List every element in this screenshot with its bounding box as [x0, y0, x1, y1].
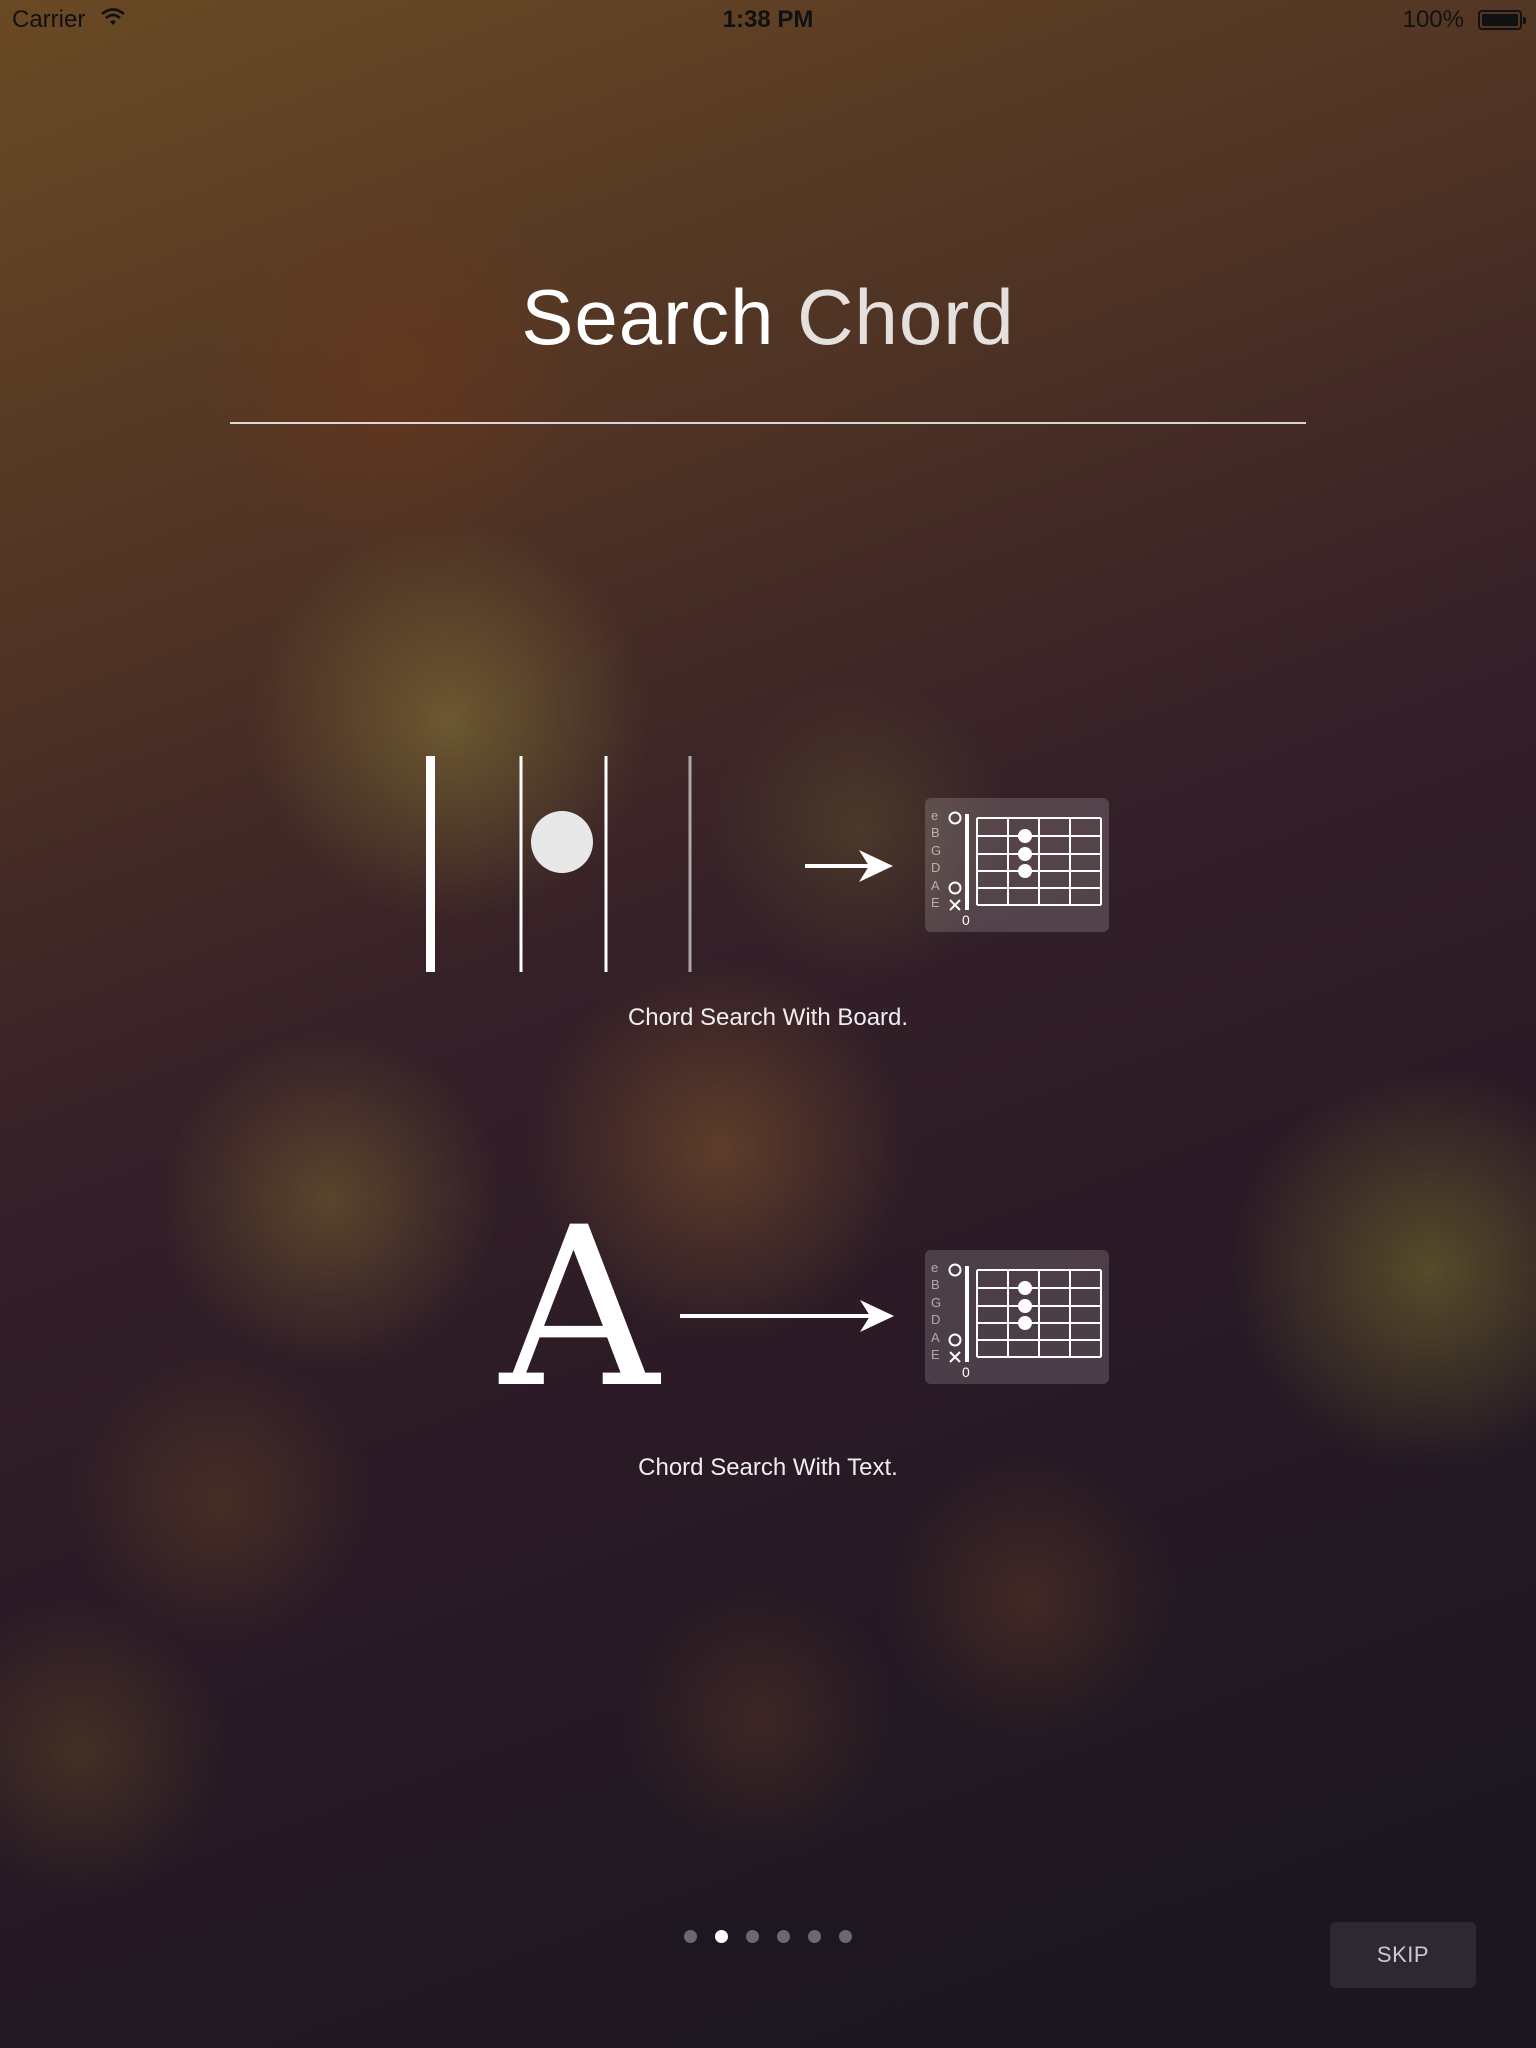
chord-diagram: e B G D A E 0: [925, 798, 1109, 932]
caption-board: Chord Search With Board.: [627, 1004, 909, 1031]
page-dot[interactable]: [746, 1930, 759, 1943]
string-label: A: [931, 1330, 940, 1345]
page-indicator[interactable]: [0, 1930, 1536, 1943]
page-dot[interactable]: [808, 1930, 821, 1943]
page-dot[interactable]: [684, 1930, 697, 1943]
fret-number: 0: [962, 912, 970, 928]
page-dot[interactable]: [777, 1930, 790, 1943]
page-dot-active[interactable]: [715, 1930, 728, 1943]
string-label: D: [931, 860, 940, 875]
string-label: e: [931, 808, 938, 823]
string-label: A: [931, 878, 940, 893]
fretboard-illustration: [426, 756, 776, 972]
title-search: Search: [521, 273, 775, 361]
caption-text: Chord Search With Text.: [638, 1454, 898, 1481]
arrow-icon-long: [680, 1300, 894, 1332]
string-label: D: [931, 1312, 940, 1327]
arrow-icon: [805, 850, 893, 882]
string-label: e: [931, 1260, 938, 1275]
status-bar: Carrier 1:38 PM 100%: [0, 0, 1536, 40]
battery-icon: [1478, 10, 1526, 30]
chord-diagram-graphic: e B G D A E 0: [931, 1260, 1102, 1380]
chord-diagram-graphic: e B G D A E 0: [931, 808, 1102, 928]
fret-number: 0: [962, 1364, 970, 1380]
title-divider: [230, 422, 1306, 424]
clock: 1:38 PM: [722, 6, 814, 33]
chord-letter: A: [500, 1180, 659, 1436]
string-label: B: [931, 825, 940, 840]
string-label: G: [931, 843, 941, 858]
skip-button[interactable]: SKIP: [1330, 1922, 1476, 1988]
string-label: E: [931, 1347, 940, 1362]
string-label: E: [931, 895, 940, 910]
string-label: B: [931, 1277, 940, 1292]
battery-percent: 100%: [1402, 6, 1464, 33]
title-chord: Chord: [797, 273, 1015, 361]
page-dot[interactable]: [839, 1930, 852, 1943]
string-label: G: [931, 1295, 941, 1310]
page-title: Search Chord: [0, 272, 1536, 363]
chord-diagram: e B G D A E 0: [925, 1250, 1109, 1384]
